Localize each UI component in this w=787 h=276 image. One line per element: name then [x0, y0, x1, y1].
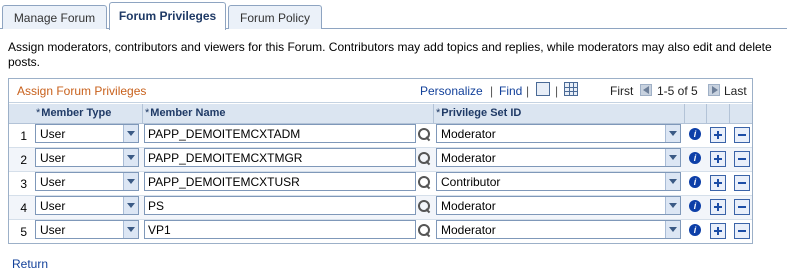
chevron-down-icon[interactable]	[665, 149, 680, 166]
delete-row-button[interactable]	[734, 199, 750, 215]
privilege-set-select[interactable]: Moderator	[436, 124, 681, 143]
info-icon[interactable]: i	[689, 128, 701, 140]
row-number: 5	[20, 225, 27, 239]
info-icon[interactable]: i	[689, 224, 701, 236]
row-number: 4	[20, 201, 27, 215]
row-number: 3	[20, 177, 27, 191]
info-icon[interactable]: i	[689, 152, 701, 164]
member-type-select[interactable]: User	[35, 220, 139, 239]
privilege-set-select[interactable]: Moderator	[436, 148, 681, 167]
privilege-set-select[interactable]: Contributor	[436, 172, 681, 191]
table-row: 5 User VP1 Moderator i	[9, 220, 752, 244]
member-name-input[interactable]: VP1	[144, 220, 416, 239]
lookup-search-icon[interactable]	[417, 127, 431, 141]
last-label[interactable]: Last	[724, 84, 747, 98]
delete-row-button[interactable]	[734, 151, 750, 167]
table-row: 2 User PAPP_DEMOITEMCXTMGR Moderator i	[9, 148, 752, 172]
member-name-input[interactable]: PAPP_DEMOITEMCXTUSR	[144, 172, 416, 191]
member-type-select[interactable]: User	[35, 148, 139, 167]
add-row-button[interactable]	[710, 223, 726, 239]
chevron-down-icon[interactable]	[123, 173, 138, 190]
privilege-set-select[interactable]: Moderator	[436, 196, 681, 215]
view-all-icon[interactable]	[536, 82, 550, 96]
grid-title: Assign Forum Privileges	[17, 84, 147, 98]
member-name-input[interactable]: PAPP_DEMOITEMCXTADM	[144, 124, 416, 143]
next-arrow-icon[interactable]	[708, 84, 720, 96]
member-name-input[interactable]: PAPP_DEMOITEMCXTMGR	[144, 148, 416, 167]
member-type-select[interactable]: User	[35, 124, 139, 143]
table-row: 1 User PAPP_DEMOITEMCXTADM Moderator i	[9, 124, 752, 148]
add-row-button[interactable]	[710, 151, 726, 167]
lookup-search-icon[interactable]	[417, 151, 431, 165]
delete-row-button[interactable]	[734, 175, 750, 191]
chevron-down-icon[interactable]	[665, 197, 680, 214]
member-type-select[interactable]: User	[35, 196, 139, 215]
chevron-down-icon[interactable]	[123, 221, 138, 238]
lookup-search-icon[interactable]	[417, 199, 431, 213]
column-header-privilege-set[interactable]: *Privilege Set ID	[436, 107, 521, 119]
delete-row-button[interactable]	[734, 127, 750, 143]
download-spreadsheet-icon[interactable]	[564, 82, 578, 96]
delete-row-button[interactable]	[734, 223, 750, 239]
info-icon[interactable]: i	[689, 176, 701, 188]
member-type-select[interactable]: User	[35, 172, 139, 191]
add-row-button[interactable]	[710, 175, 726, 191]
find-link[interactable]: Find	[499, 84, 522, 98]
tab-forum-privileges[interactable]: Forum Privileges	[109, 2, 226, 30]
previous-arrow-icon[interactable]	[640, 84, 652, 96]
info-icon[interactable]: i	[689, 200, 701, 212]
tab-forum-policy[interactable]: Forum Policy	[228, 5, 322, 29]
column-header-member-type[interactable]: *Member Type	[36, 107, 111, 119]
add-row-button[interactable]	[710, 199, 726, 215]
chevron-down-icon[interactable]	[123, 125, 138, 142]
first-label[interactable]: First	[610, 84, 633, 98]
privileges-grid: Assign Forum Privileges Personalize | Fi…	[8, 78, 753, 244]
lookup-search-icon[interactable]	[417, 223, 431, 237]
row-number: 2	[20, 153, 27, 167]
header-separator: |	[490, 84, 494, 98]
chevron-down-icon[interactable]	[665, 125, 680, 142]
tab-bar: Manage Forum Forum Privileges Forum Poli…	[0, 0, 787, 30]
member-name-input[interactable]: PS	[144, 196, 416, 215]
table-row: 4 User PS Moderator i	[9, 196, 752, 220]
chevron-down-icon[interactable]	[123, 197, 138, 214]
lookup-search-icon[interactable]	[417, 175, 431, 189]
row-number: 1	[20, 129, 27, 143]
page-description: Assign moderators, contributors and view…	[8, 40, 772, 69]
header-separator: |	[555, 84, 559, 98]
return-link[interactable]: Return	[12, 257, 48, 271]
table-row: 3 User PAPP_DEMOITEMCXTUSR Contributor i	[9, 172, 752, 196]
header-separator: |	[526, 84, 530, 98]
chevron-down-icon[interactable]	[665, 221, 680, 238]
personalize-link[interactable]: Personalize	[420, 84, 483, 98]
column-header-row: *Member Type *Member Name *Privilege Set…	[9, 104, 752, 124]
tab-manage-forum[interactable]: Manage Forum	[2, 5, 107, 29]
column-header-member-name[interactable]: *Member Name	[145, 107, 225, 119]
chevron-down-icon[interactable]	[123, 149, 138, 166]
chevron-down-icon[interactable]	[665, 173, 680, 190]
add-row-button[interactable]	[710, 127, 726, 143]
row-range: 1-5 of 5	[657, 84, 698, 98]
privilege-set-select[interactable]: Moderator	[436, 220, 681, 239]
grid-header: Assign Forum Privileges Personalize | Fi…	[9, 79, 752, 103]
